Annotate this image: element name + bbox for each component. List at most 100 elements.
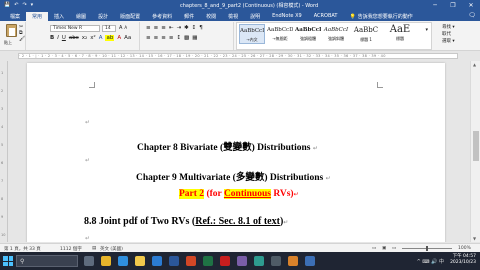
customize-qa-icon[interactable]: ▾ — [31, 2, 34, 8]
bullets-button[interactable]: ≡ — [146, 25, 151, 31]
acrobat-taskbar-icon[interactable] — [220, 256, 230, 266]
italic-button[interactable]: I — [57, 35, 59, 41]
mail-taskbar-icon[interactable] — [152, 256, 162, 266]
app10-taskbar-icon[interactable] — [237, 256, 247, 266]
zoom-level[interactable]: 100% — [458, 246, 471, 251]
web-layout-icon[interactable]: ▭ — [392, 246, 396, 251]
tell-me-box[interactable]: 💡 告訴我您想要執行的動作 — [343, 12, 418, 21]
undo-icon[interactable]: ↶ — [14, 2, 18, 8]
text-effects-button[interactable]: A — [99, 35, 103, 41]
font-name-select[interactable]: Times New R — [50, 25, 100, 32]
file-explorer-taskbar-icon[interactable] — [135, 256, 145, 266]
app13-taskbar-icon[interactable] — [288, 256, 298, 266]
show-marks-button[interactable]: ¶ — [199, 25, 203, 31]
tab-insert[interactable]: 插入 — [48, 12, 70, 21]
chapter-8-heading[interactable]: Chapter 8 Bivariate (雙變數) Distributions … — [137, 139, 318, 153]
document-page[interactable]: ↵ Chapter 8 Bivariate (雙變數) Distribution… — [27, 63, 445, 242]
tab-review[interactable]: 校閱 — [200, 12, 222, 21]
select-button[interactable]: 選取 ▾ — [442, 38, 455, 44]
shading-button[interactable]: ▩ — [184, 35, 189, 41]
paste-label[interactable]: 貼上 — [4, 40, 12, 46]
replace-button[interactable]: 取代 — [442, 31, 451, 37]
styles-more-icon[interactable]: ▾ — [425, 27, 428, 33]
bold-button[interactable]: B — [50, 35, 54, 41]
borders-button[interactable]: ▦ — [192, 35, 197, 41]
minimize-button[interactable]: ─ — [426, 0, 444, 11]
line-spacing-button[interactable]: ↕ — [176, 35, 181, 41]
align-center-button[interactable]: ≡ — [154, 35, 159, 41]
document-area[interactable]: ↵ Chapter 8 Bivariate (雙變數) Distribution… — [9, 61, 461, 242]
scroll-down-icon[interactable]: ▼ — [473, 236, 476, 241]
style-normal[interactable]: AaBbCcI →內文 — [239, 24, 265, 44]
proofing-icon[interactable]: ▤ — [92, 246, 96, 251]
tab-endnote[interactable]: EndNote X9 — [266, 12, 308, 21]
underline-button[interactable]: U — [62, 35, 66, 41]
comments-icon[interactable]: 🗨 — [468, 12, 476, 19]
print-layout-icon[interactable]: ▣ — [382, 246, 386, 251]
chapter-9-heading[interactable]: Chapter 9 Multivariate (多變數) Distributio… — [136, 169, 331, 183]
paste-icon[interactable] — [6, 24, 17, 37]
zoom-slider[interactable] — [402, 246, 452, 251]
vertical-ruler[interactable]: 1 2 3 4 5 6 7 8 9 10 — [0, 61, 8, 242]
subscript-button[interactable]: x₂ — [82, 35, 87, 41]
tab-design[interactable]: 設計 — [92, 12, 114, 21]
increase-indent-button[interactable]: ⇥ — [176, 25, 181, 31]
justify-button[interactable]: ≡ — [169, 35, 174, 41]
align-right-button[interactable]: ≡ — [161, 35, 166, 41]
windows-start-icon[interactable] — [3, 256, 13, 266]
save-icon[interactable]: 💾 — [4, 2, 10, 8]
font-color-button[interactable]: A — [117, 35, 121, 41]
horizontal-ruler[interactable]: · 2 · 1 · | · 1 · 2 · 3 · 4 · 5 · 6 · 7 … — [0, 52, 480, 60]
tab-acrobat[interactable]: ACROBAT — [308, 12, 344, 21]
tab-references[interactable]: 參考資料 — [146, 12, 178, 21]
shrink-font-button[interactable]: A — [124, 25, 127, 31]
find-button[interactable]: 尋找 ▾ — [442, 24, 455, 30]
read-mode-icon[interactable]: ▭ — [372, 246, 376, 251]
taskbar-search[interactable]: ⚲ — [16, 255, 78, 267]
close-button[interactable]: ✕ — [462, 0, 480, 11]
tab-home[interactable]: 常用 — [26, 12, 49, 21]
maximize-button[interactable]: ❐ — [444, 0, 462, 11]
superscript-button[interactable]: x² — [90, 35, 95, 41]
highlight-button[interactable]: ab — [105, 35, 115, 41]
scroll-up-icon[interactable]: ▲ — [473, 62, 476, 67]
tab-mailings[interactable]: 郵件 — [178, 12, 200, 21]
grow-font-button[interactable]: A — [119, 25, 122, 31]
tab-help[interactable]: 說明 — [244, 12, 266, 21]
powerpoint-taskbar-icon[interactable] — [186, 256, 196, 266]
tab-layout[interactable]: 版面配置 — [114, 12, 146, 21]
style-emphasis[interactable]: AaBbCcI 強調斜體 — [323, 24, 349, 44]
style-title[interactable]: AaE 標題 — [385, 24, 415, 44]
word-taskbar-icon[interactable] — [169, 256, 179, 266]
numbering-button[interactable]: ≡ — [154, 25, 159, 31]
app14-taskbar-icon[interactable] — [305, 256, 315, 266]
style-heading-1[interactable]: AaBbC 標題 1 — [351, 24, 381, 44]
strikethrough-button[interactable]: abc — [69, 35, 79, 41]
redo-icon[interactable]: ↷ — [22, 2, 26, 8]
edge-taskbar-icon[interactable] — [118, 256, 128, 266]
style-no-spacing[interactable]: AaBbCcD →無間距 — [267, 24, 293, 44]
system-tray-icons[interactable]: ^ ⌨ 🔊 中 — [417, 258, 444, 265]
clock[interactable]: 下午 04:57 2023/10/23 — [450, 254, 476, 266]
style-strong[interactable]: AaBbCcI 強調粗體 — [295, 24, 321, 44]
multilevel-list-button[interactable]: ≡ — [161, 25, 166, 31]
align-left-button[interactable]: ≡ — [146, 35, 151, 41]
scrollbar-thumb[interactable] — [473, 131, 479, 161]
app12-taskbar-icon[interactable] — [271, 256, 281, 266]
section-8-8-heading[interactable]: 8.8 Joint pdf of Two RVs (Ref.: Sec. 8.1… — [84, 216, 288, 227]
tab-draw[interactable]: 繪圖 — [70, 12, 92, 21]
part-2-heading[interactable]: Part 2 (for Continuous RVs)↵ — [179, 189, 299, 199]
font-size-select[interactable]: 14 — [102, 25, 116, 32]
vertical-scrollbar[interactable]: ▲ ▼ — [470, 61, 480, 242]
tab-file[interactable]: 檔案 — [4, 12, 26, 21]
format-painter-icon[interactable]: 🖌 — [19, 36, 25, 42]
task-view-taskbar-icon[interactable] — [84, 256, 94, 266]
excel-taskbar-icon[interactable] — [203, 256, 213, 266]
chrome-taskbar-icon[interactable] — [101, 256, 111, 266]
change-case-button[interactable]: Aa — [124, 35, 131, 41]
asian-layout-button[interactable]: ✱ — [184, 25, 189, 31]
app11-taskbar-icon[interactable] — [254, 256, 264, 266]
sort-button[interactable]: ↕ — [192, 25, 197, 31]
tab-view[interactable]: 檢視 — [222, 12, 244, 21]
decrease-indent-button[interactable]: ⇤ — [169, 25, 174, 31]
